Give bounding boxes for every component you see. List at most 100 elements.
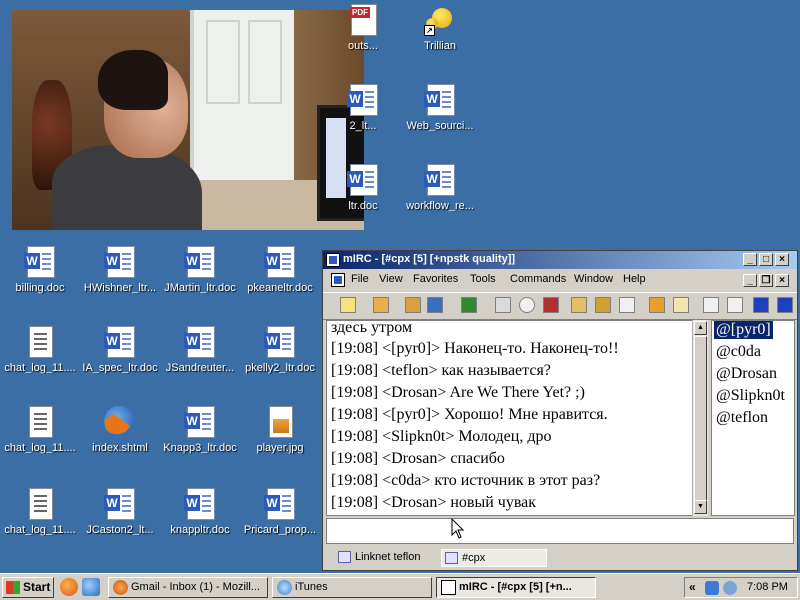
desktop-icon[interactable]: chat_log_11.... (0, 326, 80, 374)
taskbar-button-gmail[interactable]: Gmail - Inbox (1) - Mozill... (108, 577, 268, 598)
desktop-icon-label: outs... (348, 40, 378, 52)
desktop-icon[interactable]: 2_lt... (323, 84, 403, 132)
desktop-icon[interactable]: chat_log_11.... (0, 488, 80, 536)
desktop-icon[interactable]: Web_sourci... (400, 84, 480, 132)
nick-item[interactable]: @[pyr0] (714, 321, 773, 339)
mirc-app-icon[interactable] (326, 253, 340, 267)
text-file-icon (24, 406, 56, 438)
nick-list[interactable]: @[pyr0] @c0da @Drosan @Slipkn0t @teflon (711, 320, 795, 516)
start-button[interactable]: Start (2, 577, 54, 598)
desktop-icon[interactable]: chat_log_11.... (0, 406, 80, 454)
chat-scrollbar[interactable]: ▲ ▼ (692, 320, 708, 516)
scripts-icon[interactable] (461, 297, 477, 313)
desktop-icon[interactable]: JMartin_ltr.doc (160, 246, 240, 294)
desktop-icon[interactable]: pkeaneltr.doc (240, 246, 320, 294)
network-icon[interactable] (705, 581, 719, 595)
mirc-window[interactable]: mIRC - [#cpx [5] [+npstk quality]] _ □ ×… (322, 250, 798, 571)
message-input[interactable] (326, 518, 794, 544)
video-person-body (52, 145, 202, 230)
scroll-down-button[interactable]: ▼ (694, 500, 707, 514)
timer-icon[interactable] (519, 297, 535, 313)
menu-view[interactable]: View (379, 273, 403, 285)
scroll-up-button[interactable]: ▲ (694, 321, 707, 335)
menu-file[interactable]: File (351, 273, 369, 285)
desktop-icon[interactable]: billing.doc (0, 246, 80, 294)
desktop-icon[interactable]: outs... (323, 4, 403, 52)
nick-item[interactable]: @teflon (714, 409, 770, 427)
menu-favorites[interactable]: Favorites (413, 273, 458, 285)
logs-icon[interactable] (649, 297, 665, 313)
desktop-icon[interactable]: player.jpg (240, 406, 320, 454)
mdi-restore-button[interactable]: ❐ (759, 274, 773, 287)
menu-tools[interactable]: Tools (470, 273, 496, 285)
tray-expand-chevron[interactable]: « (689, 580, 696, 594)
send-file-icon[interactable] (571, 297, 587, 313)
desktop-icon[interactable]: JCaston2_lt... (80, 488, 160, 536)
close-button[interactable]: × (775, 253, 789, 266)
mdi-caption-buttons: _ ❐ × (743, 274, 789, 287)
colors-icon[interactable] (543, 297, 559, 313)
trillian-icon: ↗ (424, 4, 456, 36)
menu-commands[interactable]: Commands (510, 273, 566, 285)
chat-pane[interactable]: здесь утром [19:08] <[pyr0]> Наконец-то.… (326, 320, 696, 516)
address-book-icon[interactable] (495, 297, 511, 313)
word-doc-icon (184, 488, 216, 520)
nick-item[interactable]: @c0da (714, 343, 763, 361)
desktop-icon[interactable]: Pricard_prop... (240, 488, 320, 536)
firefox-quicklaunch-icon[interactable] (60, 578, 78, 596)
desktop-icon-label: Web_sourci... (406, 120, 474, 132)
switchbar-tab-linknet[interactable]: Linknet teflon (335, 549, 435, 567)
tile-icon[interactable] (753, 297, 769, 313)
mirc-title: mIRC - [#cpx [5] [+npstk quality]] (343, 253, 516, 265)
menu-window[interactable]: Window (574, 273, 613, 285)
desktop-icon[interactable]: knappltr.doc (160, 488, 240, 536)
chat-line: [19:08] <[pyr0]> Наконец-то. Наконец-то!… (331, 340, 619, 357)
received-files-icon[interactable] (619, 297, 635, 313)
desktop-icon-label: Trillian (424, 40, 456, 52)
ie-quicklaunch-icon[interactable] (82, 578, 100, 596)
switchbar-tab-cpx[interactable]: #cpx (441, 549, 547, 567)
desktop-icon[interactable]: HWishner_ltr... (80, 246, 160, 294)
taskbar-button-mirc[interactable]: mIRC - [#cpx [5] [+n... (436, 577, 596, 598)
chat-dcc-icon[interactable] (595, 297, 611, 313)
url-list-icon[interactable] (727, 297, 743, 313)
cascade-icon[interactable] (777, 297, 793, 313)
mdi-minimize-button[interactable]: _ (743, 274, 757, 287)
desktop-icon[interactable]: ltr.doc (323, 164, 403, 212)
connect-icon[interactable] (340, 297, 356, 313)
mdi-close-button[interactable]: × (775, 274, 789, 287)
scroll-thumb[interactable] (694, 336, 707, 502)
menu-help[interactable]: Help (623, 273, 646, 285)
desktop-icon[interactable]: JSandreuter... (160, 326, 240, 374)
maximize-button[interactable]: □ (759, 253, 773, 266)
desktop-icon-label: chat_log_11.... (4, 442, 76, 454)
shortcut-arrow-icon: ↗ (424, 25, 435, 36)
desktop-icon[interactable]: Knapp3_ltr.doc (160, 406, 240, 454)
taskbar-button-itunes[interactable]: iTunes (272, 577, 432, 598)
desktop-icon-label: JCaston2_lt... (86, 524, 154, 536)
desktop-icon[interactable]: index.shtml (80, 406, 160, 454)
server-list-icon[interactable] (427, 297, 443, 313)
nick-item[interactable]: @Slipkn0t (714, 387, 787, 405)
mdi-window-icon[interactable] (331, 273, 345, 287)
options-icon[interactable] (373, 297, 389, 313)
desktop-icon[interactable]: ↗ Trillian (400, 4, 480, 52)
word-doc-icon (184, 246, 216, 278)
text-file-icon (24, 488, 56, 520)
clock[interactable]: 7:08 PM (747, 581, 788, 593)
ignore-list-icon[interactable] (703, 297, 719, 313)
word-doc-icon (424, 84, 456, 116)
desktop-icon[interactable]: IA_spec_ltr.doc (80, 326, 160, 374)
mirc-titlebar[interactable]: mIRC - [#cpx [5] [+npstk quality]] _ □ × (323, 251, 797, 269)
nick-item[interactable]: @Drosan (714, 365, 779, 383)
notify-icon[interactable] (673, 297, 689, 313)
start-label: Start (23, 580, 51, 594)
minimize-button[interactable]: _ (743, 253, 757, 266)
word-doc-icon (264, 246, 296, 278)
windows-flag-icon (6, 581, 20, 594)
desktop-icon[interactable]: workflow_re... (400, 164, 480, 212)
desktop-icon[interactable]: pkelly2_ltr.doc (240, 326, 320, 374)
channels-folder-icon[interactable] (405, 297, 421, 313)
volume-icon[interactable] (723, 581, 737, 595)
desktop-icon-label: chat_log_11.... (4, 524, 76, 536)
